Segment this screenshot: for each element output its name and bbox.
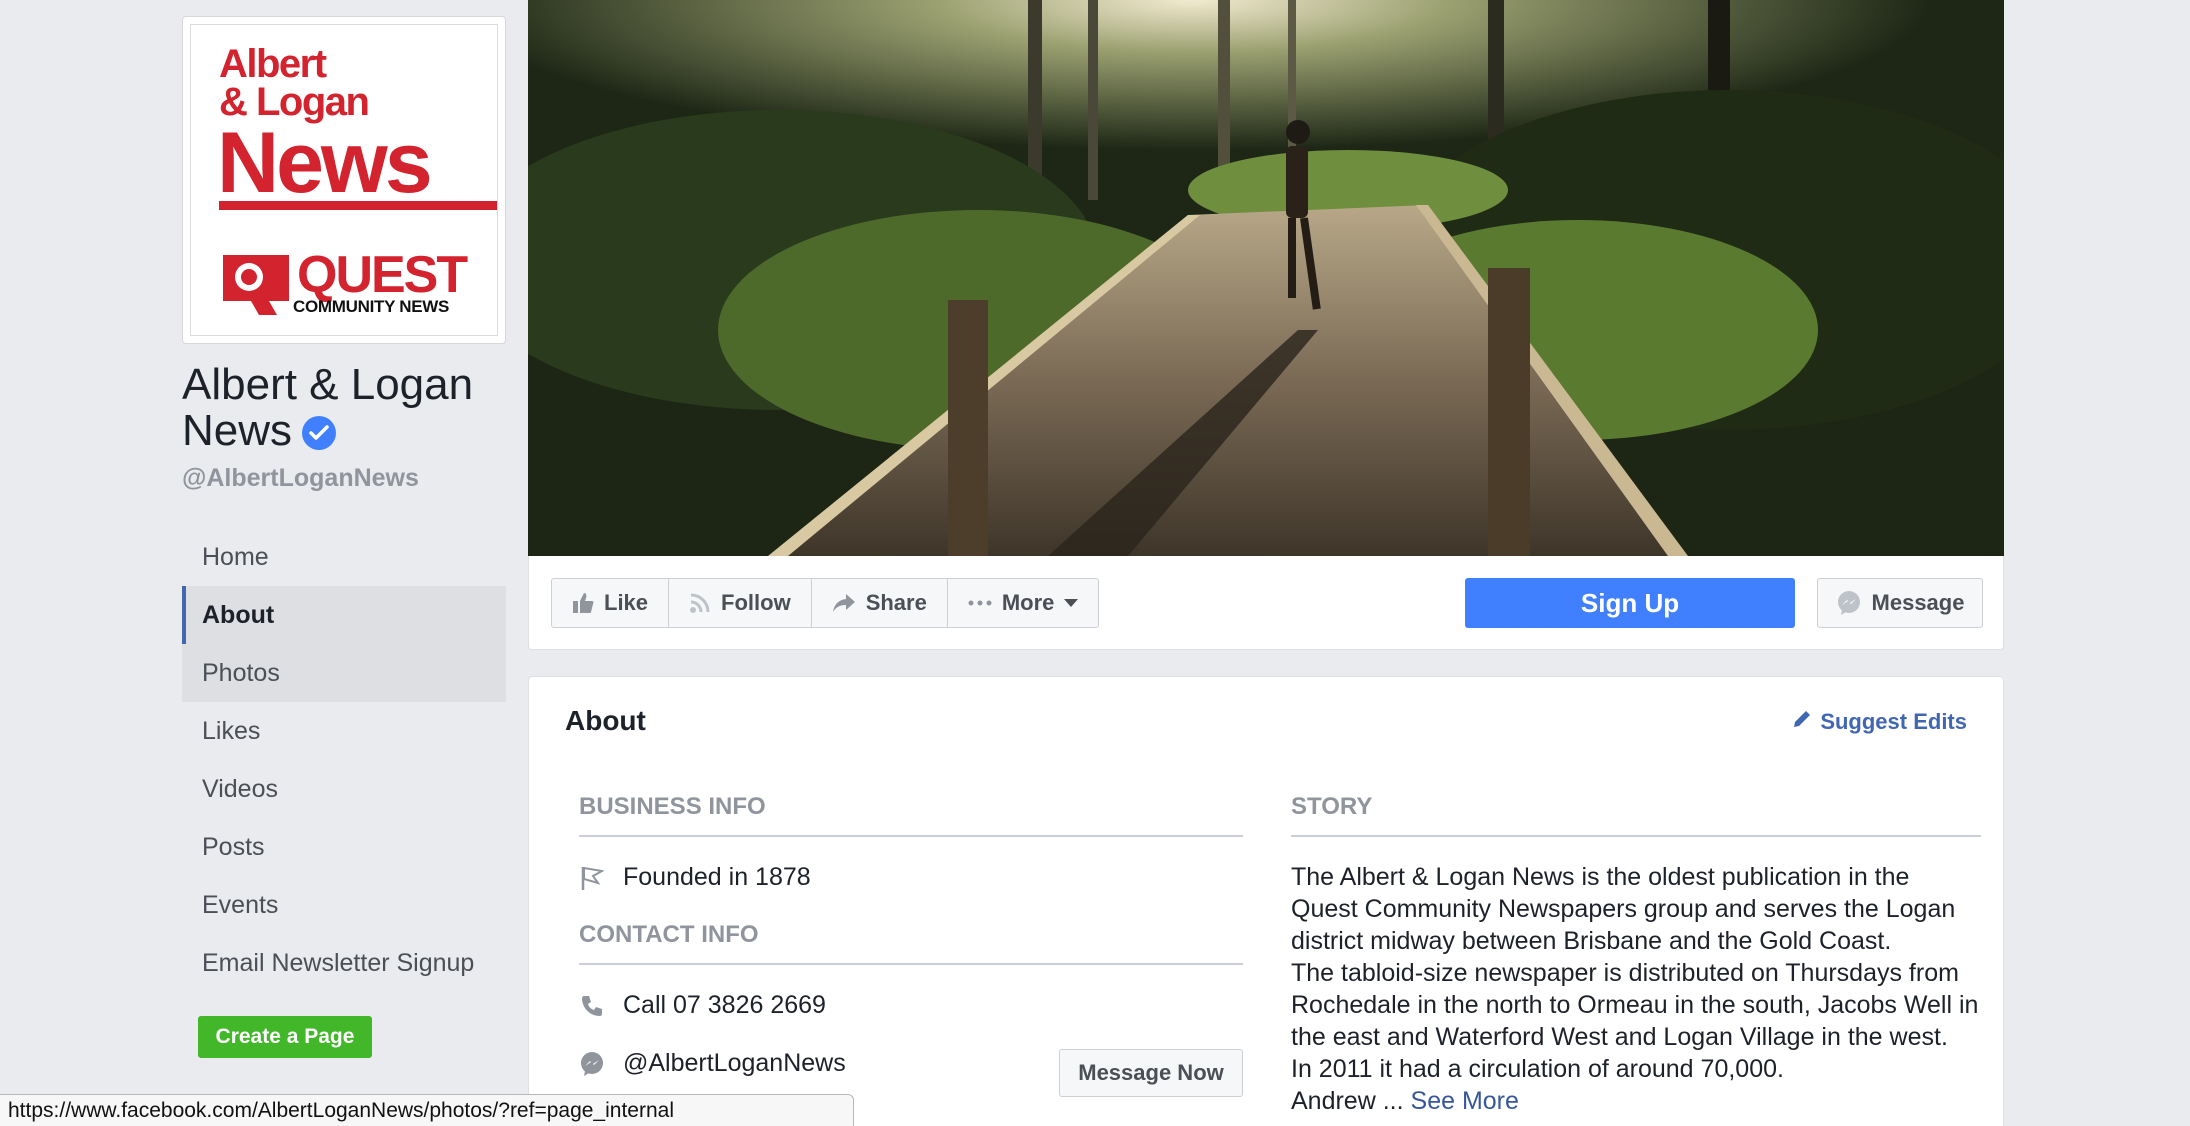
story-text: The Albert & Logan News is the oldest pu… [1291,861,1981,1117]
messenger-icon [579,1051,605,1077]
nav-item-home[interactable]: Home [182,528,506,586]
cover-photo[interactable] [528,0,2004,556]
page-title-line1: Albert & Logan [182,360,474,409]
nav-item-photos[interactable]: Photos [182,644,506,702]
pencil-icon [1792,709,1812,735]
contact-info-heading: CONTACT INFO [579,921,1243,965]
nav-item-videos[interactable]: Videos [182,760,506,818]
quest-logo-icon [223,255,289,315]
phone-icon [579,994,605,1018]
messenger-icon [1836,590,1862,616]
more-label: More [1001,590,1055,615]
about-heading: About [565,705,646,736]
profile-logo: Albert & Logan News QUEST COMMUNITY NEWS [190,24,498,336]
logo-divider [219,201,497,210]
phone-text: Call 07 3826 2669 [623,991,826,1019]
nav-item-likes[interactable]: Likes [182,702,506,760]
page-username[interactable]: @AlbertLoganNews [182,464,419,493]
page-nav: Home About Photos Likes Videos Posts Eve… [182,528,506,992]
logo-title: Albert & Logan [219,42,370,122]
sign-up-button[interactable]: Sign Up [1465,578,1795,628]
create-page-button[interactable]: Create a Page [198,1016,372,1058]
share-button[interactable]: Share [812,579,948,627]
nav-item-events[interactable]: Events [182,876,506,934]
message-now-button[interactable]: Message Now [1059,1049,1243,1097]
founded-row: Founded in 1878 [579,863,811,892]
more-button[interactable]: More [948,579,1099,627]
page-title-line2: News [182,408,506,454]
ellipsis-icon [968,599,992,607]
nav-item-about[interactable]: About [182,586,506,644]
messenger-text: @AlbertLoganNews [623,1049,846,1077]
follow-label: Follow [721,590,791,615]
about-card: About Suggest Edits BUSINESS INFO Founde… [528,676,2004,1126]
rss-icon [689,592,711,614]
like-label: Like [604,590,649,615]
page-title-line2-text: News [182,406,293,455]
phone-row[interactable]: Call 07 3826 2669 [579,991,826,1020]
page-title[interactable]: Albert & Logan News [182,362,506,454]
page-action-bar: Like Follow Share More Sign Up Message [528,556,2004,650]
message-label: Message [1871,590,1965,615]
founded-text: Founded in 1878 [623,863,811,891]
story-paragraph-2: The tabloid-size newspaper is distribute… [1291,959,1979,1051]
nav-item-posts[interactable]: Posts [182,818,506,876]
logo-quest-text: QUEST [297,246,468,304]
story-paragraph-3: In 2011 it had a circulation of around 7… [1291,1055,1784,1083]
story-paragraph-4: Andrew ... See More [1291,1085,1981,1117]
action-button-group: Like Follow Share More [551,578,1100,628]
share-arrow-icon [832,593,856,613]
like-button[interactable]: Like [552,579,670,627]
suggest-edits-label: Suggest Edits [1820,709,1967,734]
suggest-edits-link[interactable]: Suggest Edits [1792,709,1967,735]
thumbs-up-icon [572,592,594,614]
logo-line-albert: Albert [219,42,327,86]
business-info-heading: BUSINESS INFO [579,793,1243,837]
message-button[interactable]: Message [1817,578,1983,628]
messenger-row[interactable]: @AlbertLoganNews [579,1049,846,1078]
profile-picture[interactable]: Albert & Logan News QUEST COMMUNITY NEWS [182,16,506,344]
verified-badge-icon[interactable] [302,416,337,450]
flag-icon [579,865,605,891]
nav-item-email-newsletter[interactable]: Email Newsletter Signup [182,934,506,992]
share-label: Share [865,590,927,615]
logo-community-text: COMMUNITY NEWS [293,297,450,316]
story-heading: STORY [1291,793,1981,837]
story-paragraph-1: The Albert & Logan News is the oldest pu… [1291,863,1956,955]
logo-news-text: News [217,115,433,211]
follow-button[interactable]: Follow [669,579,812,627]
browser-status-url: https://www.facebook.com/AlbertLoganNews… [0,1094,854,1126]
caret-down-icon [1064,599,1079,607]
story-truncated-text: Andrew ... [1291,1087,1404,1115]
see-more-link[interactable]: See More [1411,1087,1519,1115]
